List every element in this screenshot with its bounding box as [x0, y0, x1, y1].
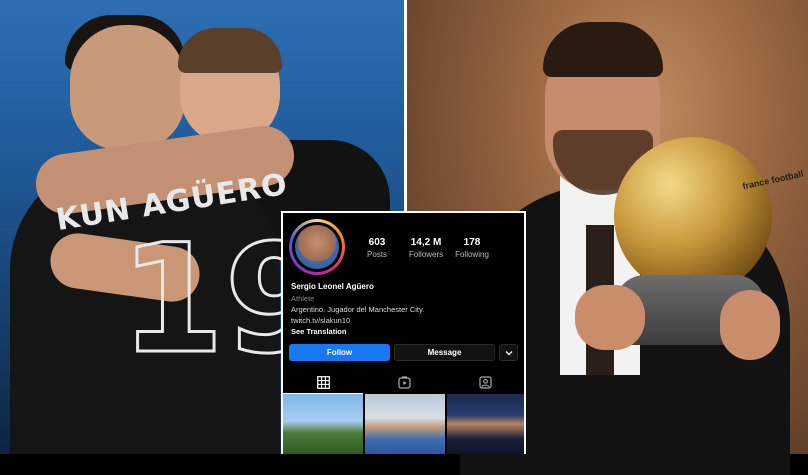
post-thumbnail[interactable]: [447, 394, 524, 454]
see-translation-link[interactable]: See Translation: [291, 327, 346, 336]
tab-tagged[interactable]: [445, 371, 524, 393]
profile-category: Athlete: [291, 294, 315, 303]
player-hair-two: [178, 28, 282, 73]
right-hand: [720, 290, 780, 360]
post-thumbnail[interactable]: [365, 394, 445, 454]
tagged-icon: [478, 375, 492, 389]
profile-link[interactable]: twitch.tv/slakun10: [291, 316, 350, 325]
stat-followers[interactable]: 14,2 M Followers: [400, 237, 452, 260]
reels-icon: [397, 375, 411, 389]
posts-label: Posts: [366, 250, 387, 259]
stat-following[interactable]: 178 Following: [447, 237, 497, 260]
followers-label: Followers: [408, 250, 444, 259]
profile-bio: Argentino. Jugador del Manchester City.: [291, 305, 425, 314]
tab-reels[interactable]: [364, 371, 444, 393]
chevron-down-icon: [505, 350, 512, 355]
posts-grid: [283, 394, 524, 454]
left-hand: [575, 285, 645, 350]
grid-icon: [316, 375, 330, 389]
tab-posts[interactable]: [283, 371, 363, 394]
stat-posts[interactable]: 603 Posts: [352, 237, 402, 260]
avatar: [292, 222, 342, 272]
avatar-image: [295, 225, 339, 269]
follow-button[interactable]: Follow: [289, 344, 390, 361]
profile-tabs: [283, 371, 524, 394]
avatar-story-ring[interactable]: [289, 219, 345, 275]
following-count: 178: [463, 237, 481, 248]
message-button[interactable]: Message: [394, 344, 495, 361]
suggested-toggle-button[interactable]: [499, 344, 518, 361]
ballon-dor-trophy: [614, 137, 772, 295]
following-label: Following: [455, 250, 489, 259]
posts-count: 603: [368, 237, 386, 248]
player-head: [70, 25, 185, 150]
instagram-profile-card: 603 Posts 14,2 M Followers 178 Following…: [281, 211, 526, 454]
post-thumbnail[interactable]: [283, 394, 363, 454]
followers-count: 14,2 M: [410, 237, 442, 248]
profile-name: Sergio Leonel Agüero: [291, 282, 374, 291]
